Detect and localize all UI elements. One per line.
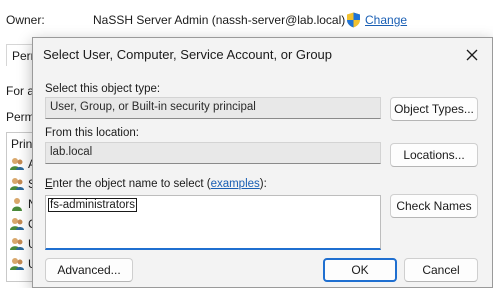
locations-button[interactable]: Locations... [390, 143, 478, 167]
user-group-icon [9, 236, 25, 252]
user-group-icon [9, 256, 25, 272]
cancel-button[interactable]: Cancel [404, 258, 478, 282]
object-name-label-text: nter the object name to select ( [52, 178, 211, 190]
check-names-button[interactable]: Check Names [390, 194, 478, 218]
close-icon[interactable] [462, 45, 482, 65]
user-group-icon [9, 216, 25, 232]
location-label: From this location: [45, 127, 139, 139]
object-type-label: Select this object type: [45, 83, 161, 95]
dialog-title: Select User, Computer, Service Account, … [43, 47, 333, 62]
change-owner-link[interactable]: Change [365, 13, 407, 27]
object-name-label-suffix: ): [259, 178, 267, 190]
user-group-icon [9, 156, 25, 172]
object-name-value: fs-administrators [48, 198, 137, 212]
owner-label: Owner: [6, 13, 45, 27]
select-user-dialog: Select User, Computer, Service Account, … [32, 37, 493, 288]
object-type-field: User, Group, or Built-in security princi… [45, 97, 381, 119]
location-field: lab.local [45, 142, 381, 164]
object-name-input[interactable]: fs-administrators [45, 195, 381, 250]
accelerator-key: E [45, 178, 53, 190]
advanced-button[interactable]: Advanced... [45, 258, 133, 282]
user-group-icon [9, 176, 25, 192]
shield-icon [346, 12, 361, 28]
ok-button[interactable]: OK [323, 258, 397, 282]
object-types-button[interactable]: Object Types... [390, 97, 478, 121]
owner-value: NaSSH Server Admin (nassh-server@lab.loc… [93, 13, 346, 27]
object-name-label: Enter the object name to select (example… [45, 178, 267, 190]
user-icon [9, 196, 25, 212]
examples-link[interactable]: examples [211, 178, 260, 190]
